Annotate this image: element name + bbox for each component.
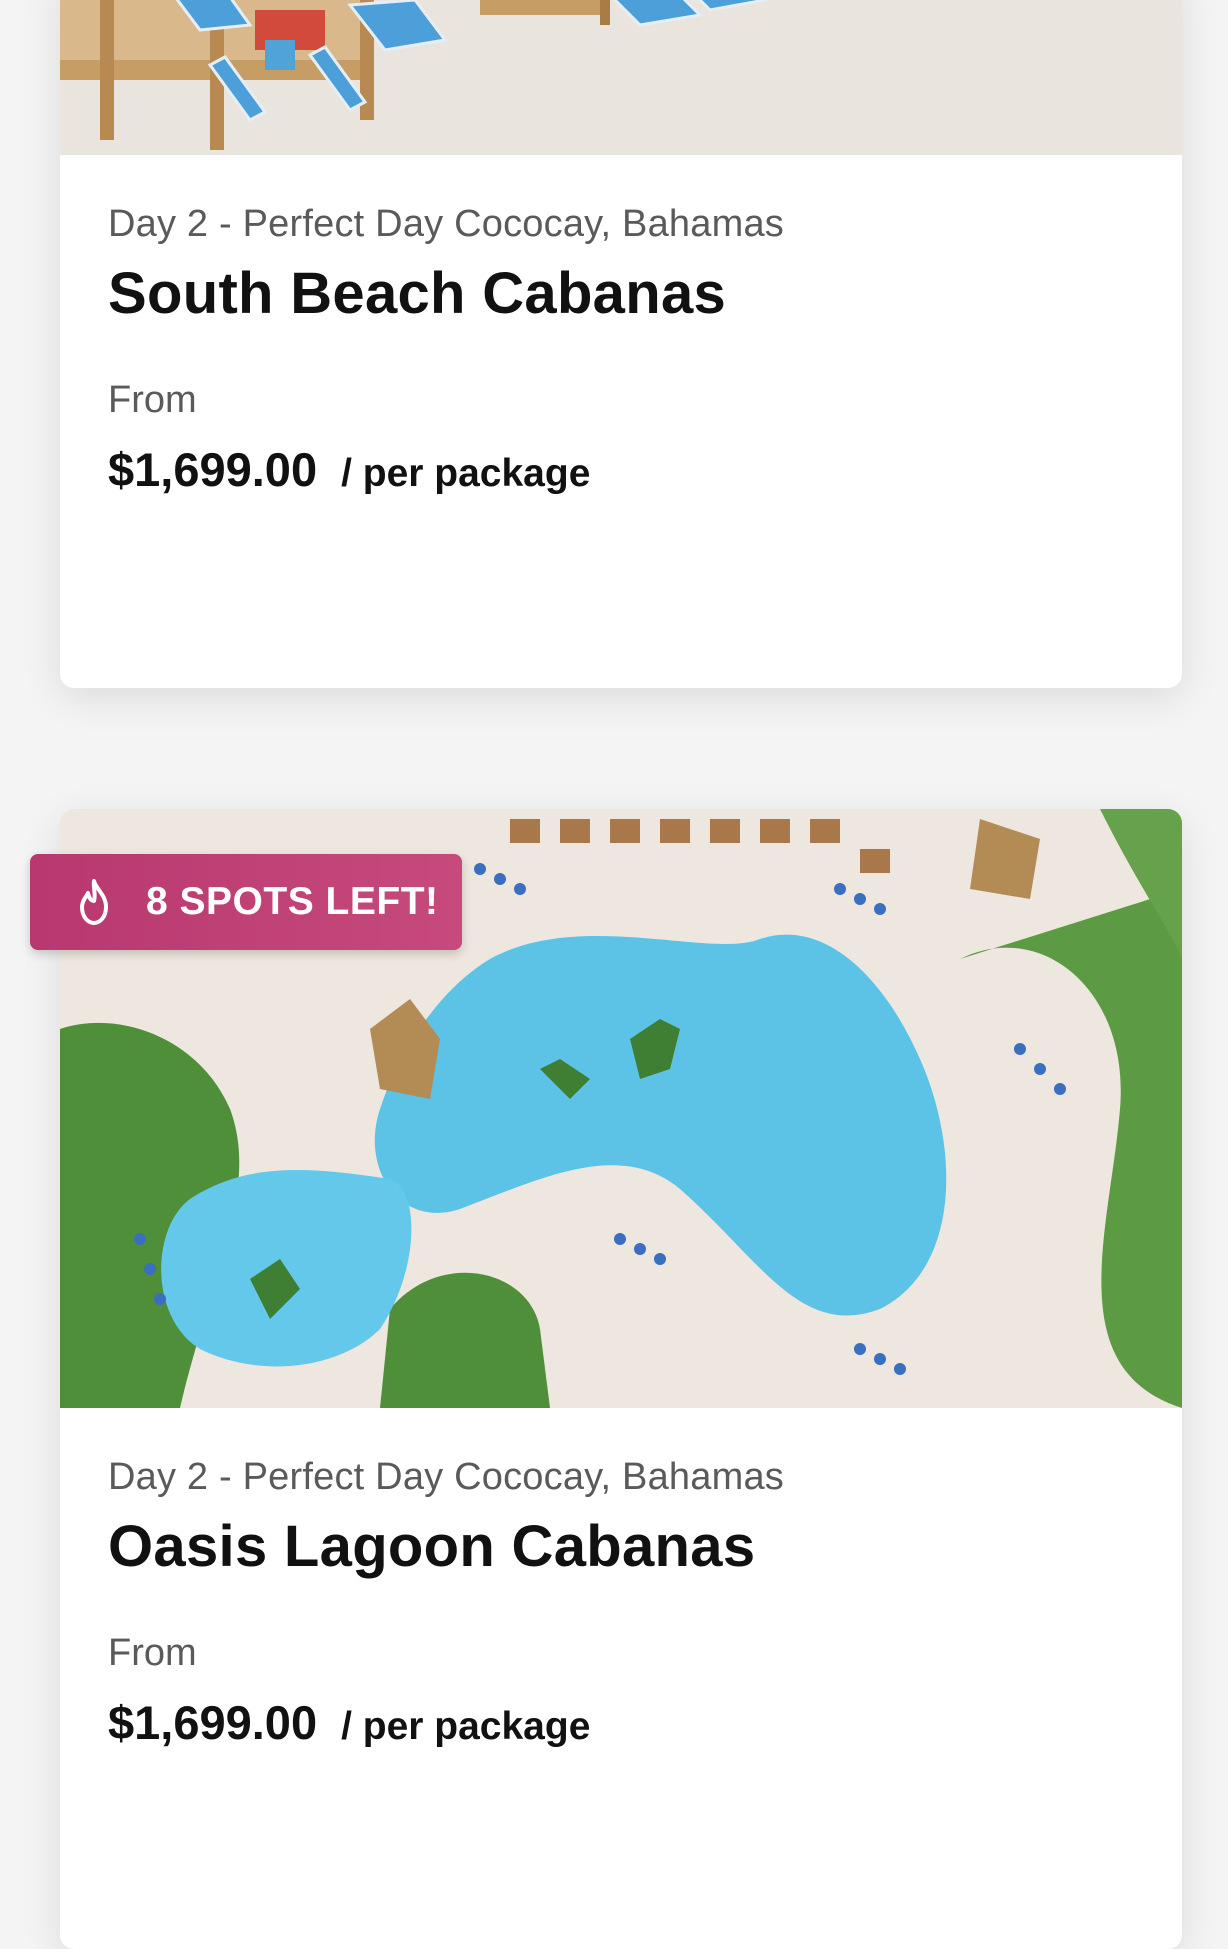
badge-label: 8 SPOTS LEFT! [146,880,439,923]
card-location: Day 2 - Perfect Day Cococay, Bahamas [108,203,784,245]
activity-card[interactable]: Day 2 - Perfect Day Cococay, Bahamas Sou… [60,0,1182,688]
card-title[interactable]: Oasis Lagoon Cabanas [108,1512,1134,1582]
price-row: $1,699.00 / per package [108,1695,1134,1750]
price-value: $1,699.00 [108,1695,318,1749]
price-value: $1,699.00 [108,442,318,496]
card-image [60,0,1182,155]
price-unit: / per package [341,1704,591,1748]
price-from-label: From [108,1632,197,1675]
price-from-label: From [108,379,197,422]
price-unit: / per package [341,451,591,495]
card-location: Day 2 - Perfect Day Cococay, Bahamas [108,1456,784,1498]
card-title[interactable]: South Beach Cabanas [108,259,1134,329]
activity-card[interactable]: Day 2 - Perfect Day Cococay, Bahamas Oas… [60,809,1182,1949]
price-row: $1,699.00 / per package [108,442,1134,497]
spots-left-badge: 8 SPOTS LEFT! [30,854,462,950]
flame-icon [80,879,108,925]
